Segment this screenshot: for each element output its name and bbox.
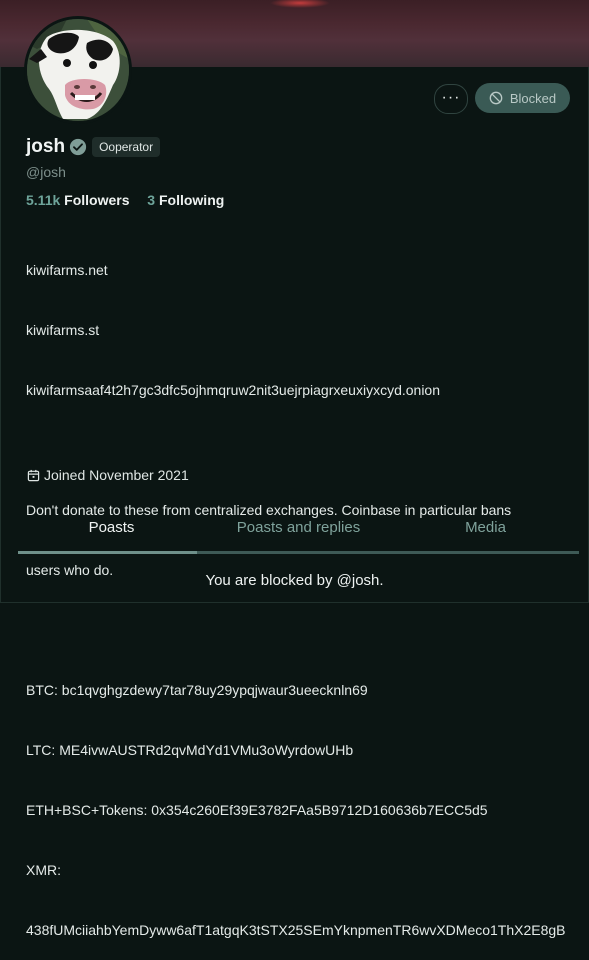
tab-poasts-and-replies[interactable]: Poasts and replies bbox=[205, 510, 392, 554]
calendar-icon bbox=[27, 469, 40, 481]
blocked-button[interactable]: Blocked bbox=[475, 83, 570, 113]
verified-check-icon bbox=[69, 138, 87, 156]
tab-media[interactable]: Media bbox=[392, 510, 579, 554]
name-row: josh Ooperator bbox=[26, 136, 161, 158]
display-name: josh bbox=[26, 136, 66, 157]
following-count: 3 bbox=[147, 192, 156, 208]
bio-line: XMR: bbox=[26, 862, 61, 878]
bio-line: kiwifarms.net bbox=[26, 262, 108, 278]
active-tab-indicator bbox=[18, 551, 197, 554]
more-options-button[interactable]: ··· bbox=[434, 84, 468, 114]
followers-link[interactable]: 5.11k Followers bbox=[26, 192, 133, 208]
blocked-button-label: Blocked bbox=[509, 90, 557, 106]
role-badge: Ooperator bbox=[92, 137, 161, 157]
following-link[interactable]: 3 Following bbox=[147, 192, 224, 208]
bio-line: BTC: bc1qvghgzdewy7tar78uy29ypqjwaur3uee… bbox=[26, 682, 368, 698]
joined-label: Joined November 2021 bbox=[44, 467, 189, 483]
profile-tabs: Poasts Poasts and replies Media bbox=[18, 510, 579, 554]
bio-line: ETH+BSC+Tokens: 0x354c260Ef39E3782FAa5B9… bbox=[26, 802, 488, 818]
bio-line: LTC: ME4ivwAUSTRd2qvMdYd1VMu3oWyrdowUHb bbox=[26, 742, 354, 758]
follow-stats: 5.11k Followers 3 Following bbox=[26, 192, 224, 208]
user-handle: @josh bbox=[26, 164, 66, 180]
following-label: Following bbox=[158, 192, 225, 208]
joined-date: Joined November 2021 bbox=[27, 467, 189, 483]
blocked-message: You are blocked by @josh. bbox=[205, 572, 384, 589]
bio-line bbox=[26, 440, 589, 460]
cow-avatar-image bbox=[27, 19, 129, 121]
tab-poasts[interactable]: Poasts bbox=[18, 510, 205, 554]
bio-line: kiwifarmsaaf4t2h7gc3dfc5ojhmqruw2nit3uej… bbox=[26, 382, 440, 398]
bio-line: kiwifarms.st bbox=[26, 322, 100, 338]
bio-line: 438fUMciiahbYemDyww6afT1atgqK3tSTX25SEmY… bbox=[26, 922, 566, 938]
block-icon bbox=[489, 91, 503, 105]
followers-label: Followers bbox=[64, 192, 130, 208]
banner-sunset-glow bbox=[270, 0, 330, 8]
profile-bio: kiwifarms.net kiwifarms.st kiwifarmsaaf4… bbox=[26, 220, 589, 960]
avatar[interactable] bbox=[24, 16, 132, 124]
followers-count: 5.11k bbox=[26, 192, 61, 208]
bio-line bbox=[26, 620, 589, 640]
